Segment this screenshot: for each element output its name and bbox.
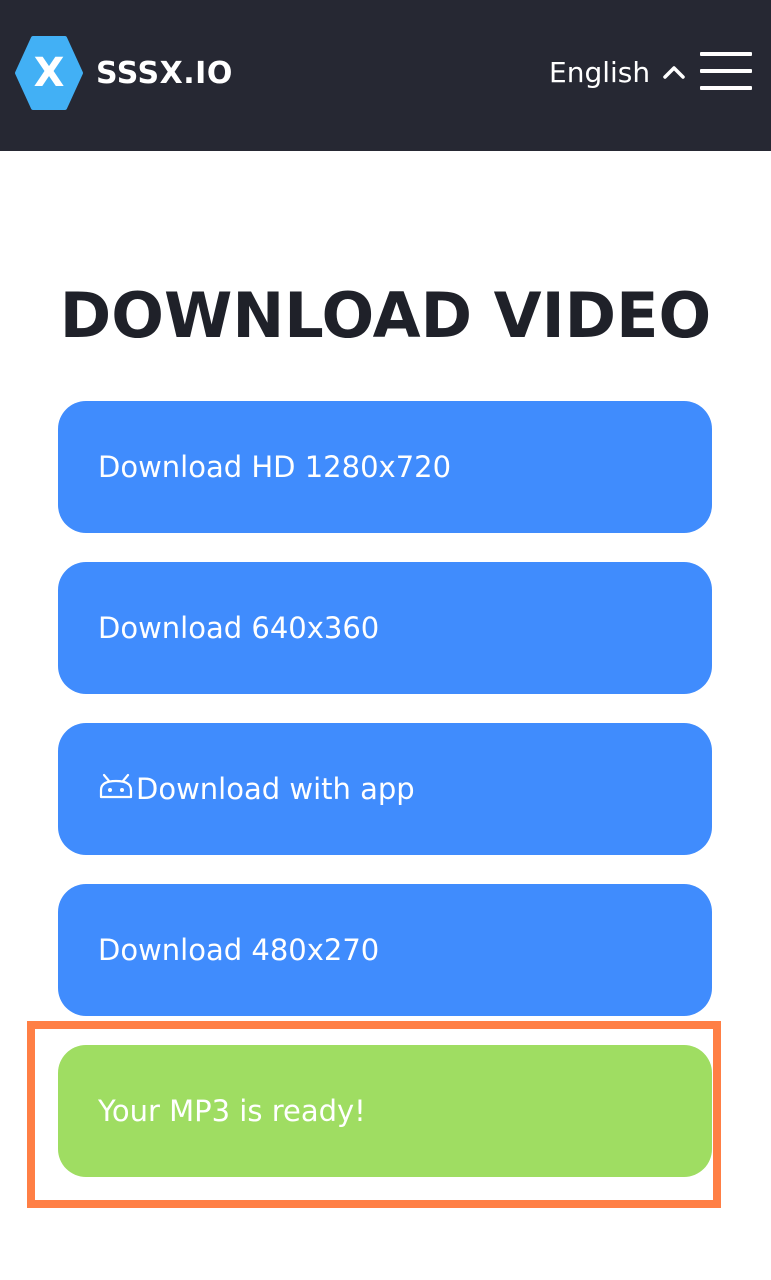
chevron-up-icon (663, 66, 685, 79)
top-bar: X SSSX.IO English (0, 0, 771, 151)
download-with-app-button[interactable]: Download with app (58, 723, 712, 855)
hamburger-menu-icon[interactable] (700, 52, 752, 90)
menu-line (700, 69, 752, 73)
menu-line (700, 86, 752, 90)
android-icon (98, 772, 134, 807)
menu-line (700, 52, 752, 56)
mp3-ready-button[interactable]: Your MP3 is ready! (58, 1045, 712, 1177)
language-label: English (549, 55, 651, 89)
page-title: DOWNLOAD VIDEO (59, 279, 712, 352)
download-640x360-button[interactable]: Download 640x360 (58, 562, 712, 694)
button-label: Download with app (136, 772, 415, 806)
button-label: Your MP3 is ready! (98, 1094, 366, 1128)
logo-icon[interactable]: X (15, 36, 83, 110)
button-label: Download 480x270 (98, 933, 380, 967)
download-hd-1280x720-button[interactable]: Download HD 1280x720 (58, 401, 712, 533)
brand-name[interactable]: SSSX.IO (96, 54, 233, 94)
button-label: Download HD 1280x720 (98, 450, 452, 484)
download-480x270-button[interactable]: Download 480x270 (58, 884, 712, 1016)
button-label: Download 640x360 (98, 611, 380, 645)
logo-letter: X (34, 50, 65, 96)
language-selector[interactable]: English (549, 52, 686, 92)
